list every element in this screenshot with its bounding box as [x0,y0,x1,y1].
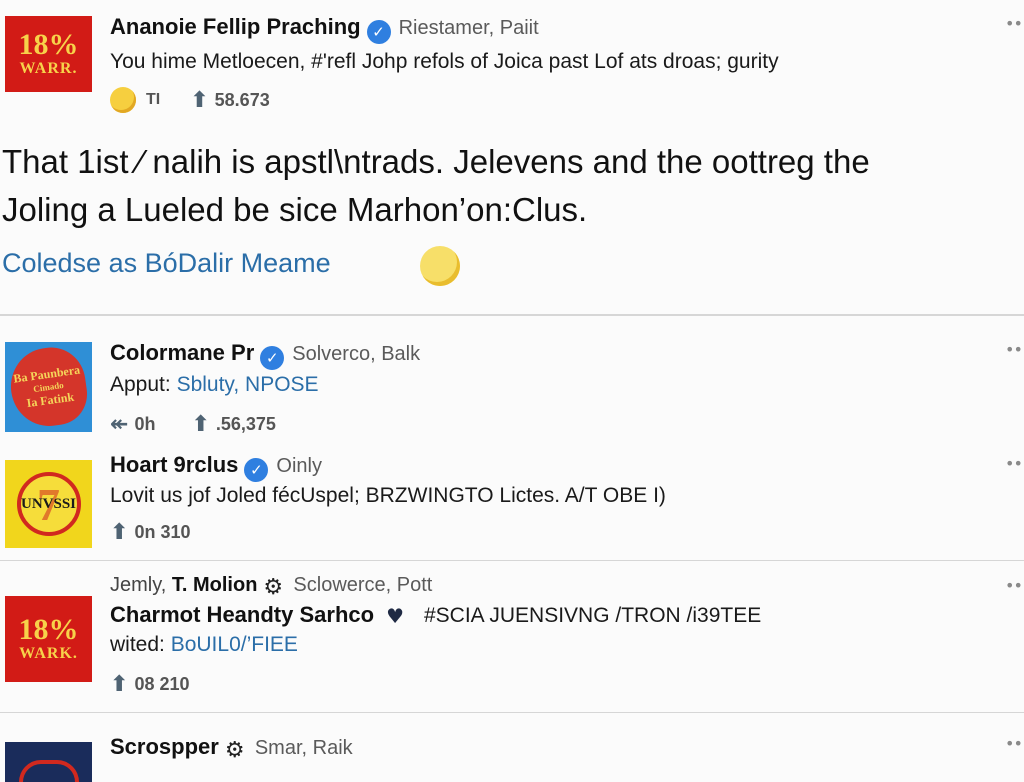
post-author-handle[interactable]: Smar, Raik [255,737,353,759]
more-options-icon[interactable]: • • [1005,454,1023,473]
post-author-name[interactable]: Scrospper [110,734,219,759]
logo-arc [18,760,79,782]
share-count: 58.673 [214,89,270,110]
more-options-icon[interactable]: • • [1005,576,1023,595]
post-subtitle-link[interactable]: Sbluty, NPOSE [177,373,319,396]
share-count: .56,375 [215,414,276,434]
verified-icon: ✓ [244,458,269,482]
post-author-handle[interactable]: Solverco, Balk [292,343,420,365]
more-options-icon[interactable]: • • [1005,340,1023,359]
post-author-handle[interactable]: Oinly [276,455,322,477]
post-avatar-logo[interactable]: 7 UNVSSI [5,460,92,548]
emoji-reaction-icon[interactable] [110,87,136,113]
feed-post[interactable]: Scrospper ⚙ Smar, Raik • • [0,714,1024,782]
post-avatar-logo[interactable]: 18% WARK. [5,596,92,682]
logo-text-secondary: WARK. [19,645,78,662]
engagement-count: 0n 310 [134,522,191,542]
logo-text-primary: 18% [18,613,79,646]
share-icon[interactable]: ⬆ [110,520,128,545]
reply-icon[interactable]: ↞ [110,412,128,437]
post-hashtag[interactable]: #SCIA JUENSIVNG /TRON /i39TEE [424,604,761,627]
repost-kicker-handle[interactable]: Sclowerce, Pott [293,574,432,596]
post-subtitle-link[interactable]: BoUIL0/’FIEE [171,633,298,656]
post-divider [0,712,1024,713]
share-icon[interactable]: ⬆ [110,672,128,697]
post-author-name[interactable]: Hoart 9rclus [110,452,238,477]
logo-text-primary: 18% [18,28,79,61]
more-options-icon[interactable]: • • [1005,734,1023,753]
feed-post[interactable]: 7 UNVSSI Hoart 9rclus ✓ Oinly • • Lovit us… [0,446,1024,561]
reaction-label: TI [146,91,161,108]
smiley-icon [420,246,460,286]
repost-kicker-prefix: Jemly, [110,574,167,596]
post-author-name[interactable]: Ananoie Fellip Praching [110,14,361,39]
post-subtitle: Lovit us jof Joled fécUspel; BRZWINGTO L… [110,484,666,507]
post-subtitle: You hime Metloecen, #'refl Johp refols o… [110,50,779,73]
logo-badge: 7 UNVSSI [16,472,81,536]
post-avatar-logo[interactable]: 18% WARR. [5,16,92,92]
post-body-line-2: Joling a Lueled be sice Marhon’on:Clus. [2,191,588,228]
post-divider [0,560,1024,561]
logo-badge: Ba Paunbera Cimado Ia Fatink [5,343,92,431]
engagement-count: 08 210 [134,674,190,694]
post-subtitle-prefix: wited: [110,633,165,656]
post-avatar-logo[interactable] [5,742,92,782]
social-feed: 18% WARR. Ananoie Fellip Praching ✓ Riesta… [0,0,1024,782]
more-options-icon[interactable]: • • [1005,14,1023,33]
heart-icon[interactable]: ♥ [386,604,404,628]
repost-kicker-name[interactable]: T. Molion [172,574,258,596]
post-cta-link[interactable]: Coledse as BóDalir Meame [2,248,331,278]
feed-post[interactable]: 18% WARR. Ananoie Fellip Praching ✓ Riesta… [0,0,1024,315]
gear-badge-icon: ⚙ [224,738,245,763]
verified-icon: ✓ [260,346,285,370]
post-avatar-logo[interactable]: Ba Paunbera Cimado Ia Fatink [5,342,92,432]
feed-post[interactable]: Jemly, T. Molion ⚙ Sclowerce, Pott • • 18%… [0,562,1024,712]
gear-badge-icon: ⚙ [263,575,284,600]
post-author-name[interactable]: Colormane Pr [110,340,254,365]
logo-text-primary: UNVSSI [20,495,77,512]
post-body-line-1: That 1ist ⁄ nalih is apstl\ntrads. Jelev… [2,143,870,180]
post-subtitle-prefix: Apput: [110,373,171,396]
post-author-handle[interactable]: Riestamer, Paiit [399,17,539,39]
share-icon[interactable]: ⬆ [191,412,209,437]
verified-icon: ✓ [366,20,391,44]
feed-post[interactable]: Ba Paunbera Cimado Ia Fatink Colormane P… [0,316,1024,446]
reply-count: 0h [134,414,156,434]
logo-text-secondary: WARR. [19,60,78,77]
share-icon[interactable]: ⬆ [190,88,208,113]
post-author-name[interactable]: Charmot Heandty Sarhco [110,602,374,627]
